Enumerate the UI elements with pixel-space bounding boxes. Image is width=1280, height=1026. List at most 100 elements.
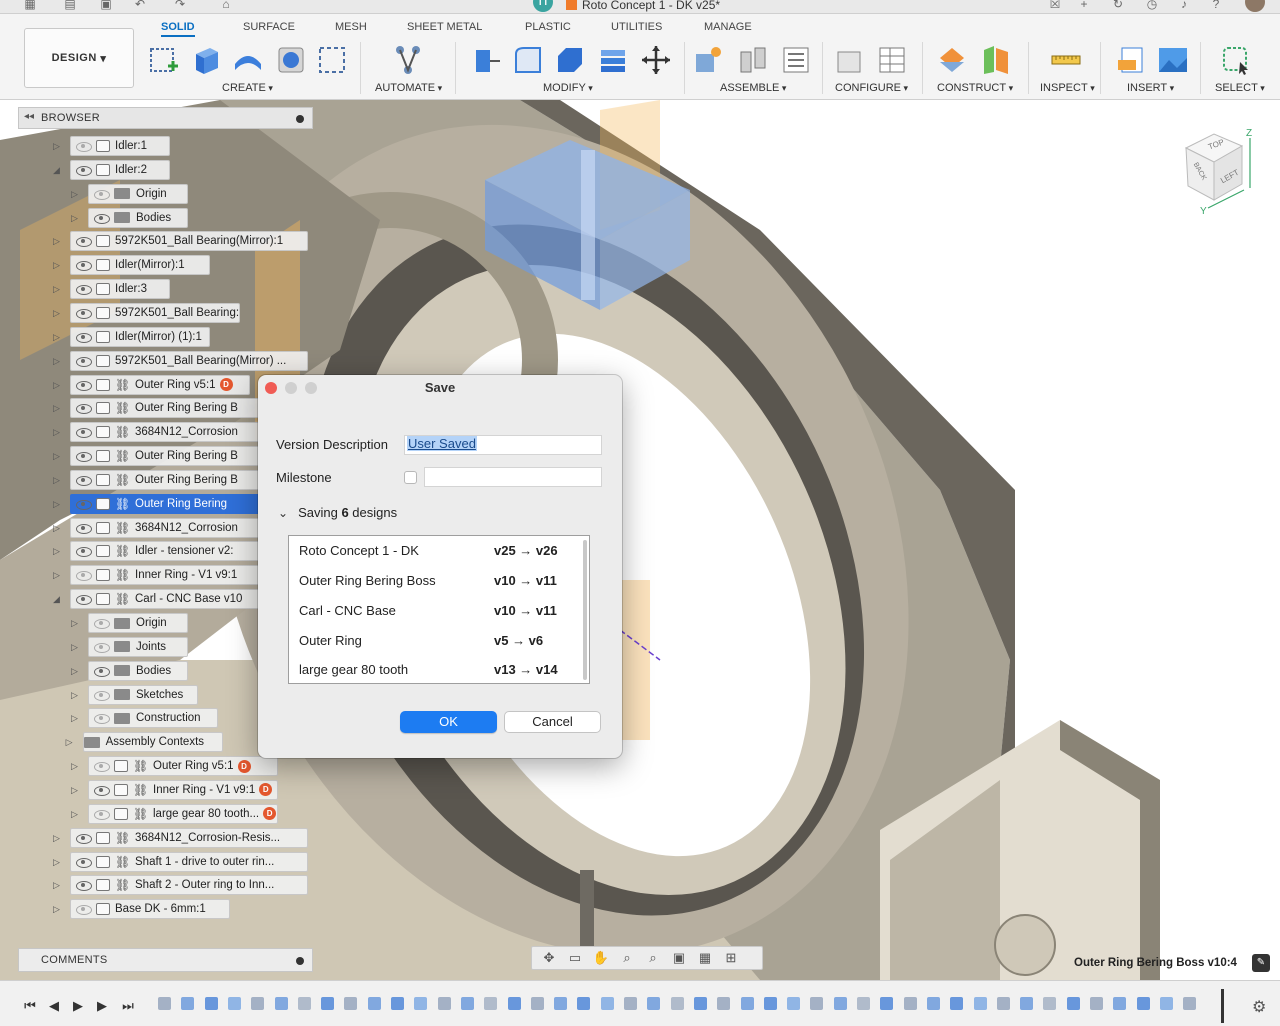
version-description-input[interactable]: User Saved <box>404 435 602 455</box>
expand-right-icon[interactable]: ▷ <box>53 236 63 246</box>
derived-badge-icon[interactable]: D <box>219 378 233 391</box>
file-icon[interactable]: ▤ <box>62 0 78 11</box>
browser-node[interactable]: Idler(Mirror):1 <box>70 255 210 276</box>
browser-node[interactable]: 5972K501_Ball Bearing:2 <box>70 302 240 323</box>
timeline-feature-icon[interactable] <box>414 997 428 1010</box>
timeline-feature-icon[interactable] <box>880 997 894 1010</box>
timeline-feature-icon[interactable] <box>1090 997 1103 1010</box>
browser-node[interactable]: ⛓ Outer Ring Bering B <box>70 446 260 467</box>
view-cube[interactable]: TOP BACK LEFT Z Y <box>1180 128 1260 218</box>
browser-node[interactable]: Base DK - 6mm:1 <box>70 899 230 920</box>
expand-right-icon[interactable]: ▷ <box>53 356 63 366</box>
comments-panel[interactable]: COMMENTS <box>18 948 313 972</box>
timeline-feature-icon[interactable] <box>973 997 987 1010</box>
create-sketch-icon[interactable] <box>148 44 180 76</box>
play-icon[interactable]: ▶ <box>70 999 86 1013</box>
visibility-eye-icon[interactable] <box>92 212 110 224</box>
shell-icon[interactable] <box>597 44 629 76</box>
timeline-feature-icon[interactable] <box>321 997 335 1010</box>
expand-right-icon[interactable]: ▷ <box>53 499 63 509</box>
step-back-icon[interactable]: ◀ <box>46 999 62 1013</box>
timeline-feature-icon[interactable] <box>810 997 824 1010</box>
timeline-feature-icon[interactable] <box>833 997 847 1010</box>
visibility-eye-icon[interactable] <box>92 760 110 773</box>
visibility-eye-icon[interactable] <box>92 617 110 629</box>
timeline-feature-icon[interactable] <box>577 997 591 1010</box>
expand-right-icon[interactable]: ▷ <box>71 713 81 723</box>
timeline-feature-icon[interactable] <box>717 997 731 1010</box>
expand-right-icon[interactable]: ▷ <box>53 570 63 580</box>
go-to-end-icon[interactable]: ⏭ <box>120 999 136 1013</box>
display-settings-icon[interactable]: ▣ <box>668 950 690 966</box>
notification-icon[interactable]: ✎ <box>1252 954 1270 972</box>
milestone-field[interactable] <box>424 467 602 487</box>
hole-icon[interactable] <box>275 44 307 76</box>
browser-node[interactable]: 5972K501_Ball Bearing(Mirror) ... <box>70 350 308 371</box>
timeline-feature-icon[interactable] <box>950 997 964 1010</box>
browser-node[interactable]: 5972K501_Ball Bearing(Mirror):1 <box>70 231 308 252</box>
visibility-eye-icon[interactable] <box>92 665 110 677</box>
expand-right-icon[interactable]: ▷ <box>53 451 63 461</box>
visibility-eye-icon[interactable] <box>74 545 92 558</box>
timeline-feature-icon[interactable] <box>647 997 661 1010</box>
new-component-icon[interactable] <box>692 44 724 76</box>
timeline-feature-icon[interactable] <box>460 997 474 1010</box>
ok-button[interactable]: OK <box>400 711 497 733</box>
visibility-eye-icon[interactable] <box>92 689 110 701</box>
group-select[interactable]: SELECT <box>1215 82 1265 94</box>
browser-node[interactable]: ⛓ Inner Ring - V1 v9:1 <box>70 565 260 586</box>
browser-node[interactable]: Joints <box>88 636 188 657</box>
timeline-feature-icon[interactable] <box>391 997 404 1010</box>
browser-node[interactable]: Assembly Contexts <box>82 732 223 753</box>
group-assemble[interactable]: ASSEMBLE <box>720 82 786 94</box>
browser-node[interactable]: ⛓ Outer Ring v5:1 D <box>88 756 278 777</box>
browser-header[interactable]: ◂◂ BROWSER <box>18 107 313 129</box>
timeline-feature-icon[interactable] <box>274 997 288 1010</box>
browser-node[interactable]: Idler:1 <box>70 136 170 156</box>
timeline-feature-icon[interactable] <box>1183 997 1197 1010</box>
saving-designs-toggle[interactable]: ⌄ Saving 6 designs <box>278 505 397 520</box>
visibility-eye-icon[interactable] <box>74 283 92 296</box>
user-badge[interactable]: TT <box>533 0 553 12</box>
expand-down-icon[interactable]: ◢ <box>53 165 63 175</box>
visibility-eye-icon[interactable] <box>92 641 110 653</box>
save-icon[interactable]: ▣ <box>98 0 114 11</box>
midplane-icon[interactable] <box>980 44 1012 76</box>
expand-right-icon[interactable]: ▷ <box>53 260 63 270</box>
tab-solid[interactable]: SOLID <box>161 21 195 37</box>
redo-icon[interactable]: ↷ <box>172 0 188 11</box>
browser-node[interactable]: ⛓ large gear 80 tooth... D <box>88 803 278 824</box>
expand-down-icon[interactable]: ◢ <box>53 594 63 604</box>
expand-right-icon[interactable]: ▷ <box>71 189 81 199</box>
timeline-feature-icon[interactable] <box>1043 997 1057 1010</box>
timeline-feature-icon[interactable] <box>693 997 707 1010</box>
browser-node[interactable]: ⛓ Inner Ring - V1 v9:1 D <box>88 779 278 800</box>
timeline-feature-icon[interactable] <box>600 997 614 1010</box>
expand-right-icon[interactable]: ▷ <box>71 618 81 628</box>
list-scrollbar[interactable] <box>583 540 587 680</box>
add-comment-icon[interactable] <box>296 957 304 965</box>
refresh-icon[interactable]: ↻ <box>1110 0 1126 11</box>
move-icon[interactable] <box>640 44 672 76</box>
tab-plastic[interactable]: PLASTIC <box>525 21 571 33</box>
expand-right-icon[interactable]: ▷ <box>53 284 63 294</box>
visibility-eye-icon[interactable] <box>92 188 110 200</box>
visibility-eye-icon[interactable] <box>74 140 92 152</box>
avatar[interactable] <box>1245 0 1265 12</box>
visibility-eye-icon[interactable] <box>74 379 92 391</box>
expand-right-icon[interactable]: ▷ <box>71 213 81 223</box>
browser-node[interactable]: Origin <box>88 183 188 204</box>
timeline-feature-icon[interactable] <box>857 997 870 1010</box>
visibility-eye-icon[interactable] <box>74 522 92 534</box>
step-forward-icon[interactable]: ▶ <box>94 999 110 1013</box>
visibility-eye-icon[interactable] <box>74 402 92 415</box>
expand-right-icon[interactable]: ▷ <box>71 785 81 795</box>
timeline-feature-icon[interactable] <box>251 997 265 1010</box>
browser-node[interactable]: ⛓ Outer Ring Bering <box>70 493 260 514</box>
tab-utilities[interactable]: UTILITIES <box>611 21 662 33</box>
visibility-eye-icon[interactable] <box>92 712 110 725</box>
group-create[interactable]: CREATE <box>222 82 273 94</box>
visibility-eye-icon[interactable] <box>92 784 110 796</box>
browser-node[interactable]: ⛓ Outer Ring Bering B <box>70 469 260 490</box>
timeline-feature-icon[interactable] <box>297 997 311 1010</box>
